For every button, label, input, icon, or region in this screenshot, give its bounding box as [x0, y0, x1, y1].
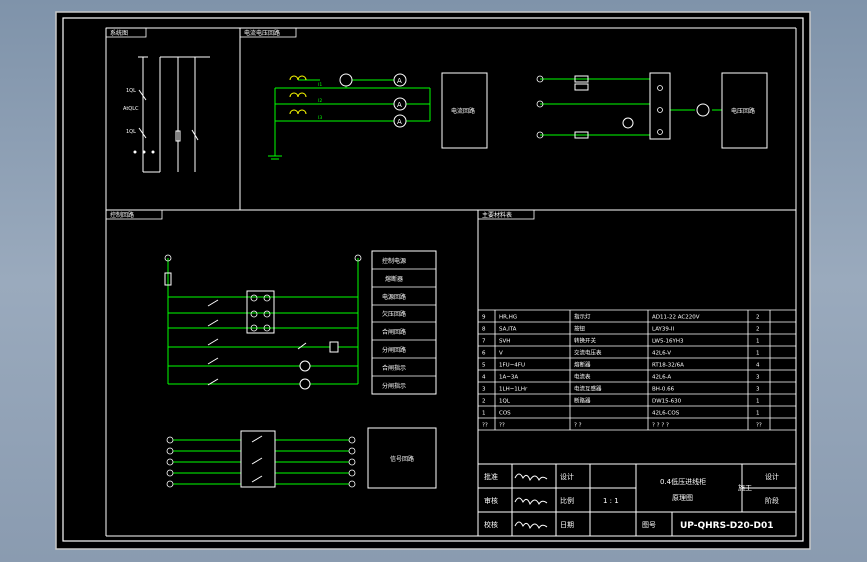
- bom-cell-qty: 1: [756, 339, 760, 345]
- bom-cell-code: 1A~3A: [499, 375, 518, 381]
- bom-cell-qty: 4: [756, 363, 760, 369]
- voltmeter: [696, 103, 710, 117]
- tb-review: 审核: [484, 496, 498, 505]
- bom-cell-code: 1LH~1LHr: [499, 387, 528, 393]
- system-label-1: 1QL: [126, 88, 136, 94]
- system-label-3: 1QL: [126, 129, 136, 135]
- control-legend-5: 合闸回路: [382, 328, 406, 336]
- bom-cell-code: 1QL: [499, 399, 511, 405]
- section-title-materials: 主要材料表: [482, 211, 512, 219]
- cad-viewport: 系统图 电流电压回路 控制回路 主要材料表 1QL AtQLC 1QL A A …: [0, 0, 867, 562]
- bom-cell-no: 8: [482, 327, 486, 333]
- tb-scale-value: 1 : 1: [603, 497, 619, 505]
- bom-cell-code: SA,ITA: [499, 327, 517, 333]
- bom-cell-code: SVH: [499, 339, 510, 345]
- bom-cell-no: 9: [482, 315, 486, 321]
- bom-cell-spec: RT18-32/6A: [652, 363, 684, 369]
- bom-cell-qty: 2: [756, 315, 760, 321]
- ammeter-a3: A: [397, 118, 402, 126]
- tb-design: 设计: [560, 472, 574, 481]
- bom-cell-name: ? ?: [574, 423, 582, 429]
- bom-cell-no: ??: [482, 423, 488, 429]
- bom-cell-spec: 42L6-V: [652, 351, 671, 357]
- bom-cell-qty: ??: [756, 423, 762, 429]
- signal-box-label: 信号回路: [390, 455, 414, 463]
- control-legend-4: 欠压回路: [382, 310, 406, 318]
- current-loop-label: 电流回路: [451, 107, 475, 115]
- bom-cell-spec: BH-0.66: [652, 387, 675, 393]
- bom-cell-name: 熔断器: [574, 361, 591, 369]
- tb-drawing-no: UP-QHRS-D20-D01: [680, 521, 774, 531]
- bom-cell-qty: 3: [756, 387, 760, 393]
- system-label-2: AtQLC: [123, 106, 139, 112]
- bom-cell-spec: LAY39-II: [652, 327, 674, 333]
- tb-scale-label: 比例: [560, 496, 574, 505]
- bom-cell-code: V: [499, 351, 503, 357]
- phase-label-1: I1: [318, 82, 322, 88]
- bom-cell-name: 电流表: [574, 373, 591, 381]
- bom-cell-code: HR,HG: [499, 315, 517, 321]
- bom-cell-spec: AD11-22 AC220V: [652, 315, 700, 321]
- bom-cell-qty: 1: [756, 399, 760, 405]
- phase-meter: [622, 117, 634, 129]
- bom-cell-no: 6: [482, 351, 486, 357]
- control-legend-7: 合闸指示: [382, 364, 406, 372]
- section-title-control: 控制回路: [110, 211, 134, 219]
- bom-cell-no: 5: [482, 363, 486, 369]
- bom-cell-qty: 1: [756, 351, 760, 357]
- bom-cell-no: 4: [482, 375, 486, 381]
- control-legend-1: 控制电源: [382, 257, 406, 265]
- bom-cell-qty: 3: [756, 375, 760, 381]
- bom-cell-name: 交流电压表: [574, 349, 602, 357]
- phase-label-2: I2: [318, 98, 322, 104]
- bom-cell-no: 1: [482, 411, 486, 417]
- tb-design-right: 设计: [765, 472, 779, 481]
- tb-stage-right: 阶段: [765, 496, 779, 505]
- bom-cell-spec: 42L6-COS: [652, 411, 680, 417]
- tb-date: 日期: [560, 521, 574, 529]
- control-legend-6: 分闸回路: [382, 346, 406, 354]
- bom-cell-name: 按钮: [574, 325, 586, 333]
- tb-check: 校核: [484, 520, 498, 529]
- tb-drawing-no-label: 图号: [642, 521, 656, 529]
- tb-project-line2: 原理图: [672, 494, 693, 502]
- drawing-sheet: 系统图 电流电压回路 控制回路 主要材料表 1QL AtQLC 1QL A A …: [55, 11, 811, 550]
- bom-cell-spec: ? ? ? ?: [652, 423, 669, 429]
- tb-construction: 施工: [738, 483, 752, 492]
- tb-project-line1: 0.4低压进线柜: [660, 477, 706, 486]
- voltage-loop-label: 电压回路: [731, 107, 755, 115]
- bom-cell-name: 指示灯: [574, 313, 591, 321]
- bom-cell-no: 2: [482, 399, 486, 405]
- ammeter-a2: A: [397, 101, 402, 109]
- closing-coil: [329, 341, 339, 353]
- bom-cell-name: 电流互感器: [574, 385, 602, 393]
- bom-cell-code: 1FU~4FU: [499, 363, 525, 369]
- control-legend-3: 电源回路: [382, 293, 406, 301]
- bom-cell-name: 断路器: [574, 397, 591, 405]
- bom-cell-qty: 1: [756, 411, 760, 417]
- control-legend-8: 分闸指示: [382, 382, 406, 390]
- control-legend-2: 熔断器: [385, 275, 403, 283]
- bom-cell-code: COS: [499, 411, 511, 417]
- section-title-measure: 电流电压回路: [244, 29, 280, 37]
- bom-cell-name: 转换开关: [574, 337, 597, 345]
- paper-background: [55, 11, 811, 550]
- tb-approve: 批准: [484, 472, 498, 481]
- section-title-system: 系统图: [110, 29, 128, 37]
- bom-cell-qty: 2: [756, 327, 760, 333]
- bom-cell-spec: LW5-16YH3: [652, 339, 684, 345]
- bom-cell-spec: DW15-630: [652, 399, 682, 405]
- bom-cell-no: 7: [482, 339, 486, 345]
- ammeter-a1: A: [397, 77, 402, 85]
- bom-cell-code: ??: [499, 423, 505, 429]
- bom-cell-no: 3: [482, 387, 486, 393]
- phase-label-3: I3: [318, 115, 322, 121]
- bom-cell-spec: 42L6-A: [652, 375, 671, 381]
